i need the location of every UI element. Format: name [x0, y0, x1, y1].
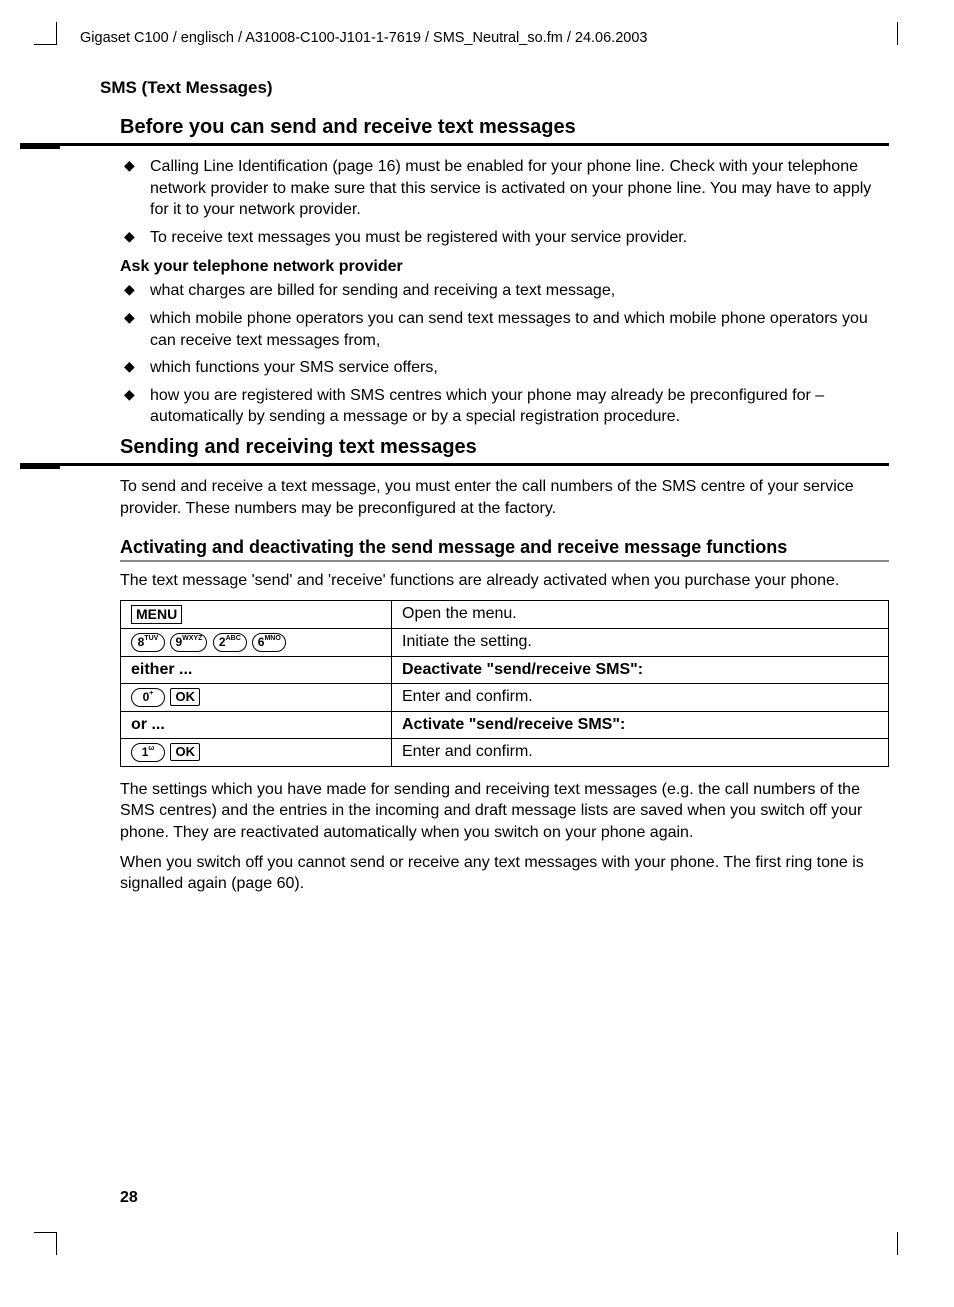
- key-9-icon: 9WXYZ: [170, 633, 207, 652]
- heading-rule: [60, 463, 889, 466]
- table-row: either ... Deactivate "send/receive SMS"…: [121, 656, 889, 683]
- step-desc: Deactivate "send/receive SMS":: [392, 656, 889, 683]
- table-row: 0+ OK Enter and confirm.: [121, 683, 889, 711]
- page-number: 28: [120, 1189, 138, 1207]
- key-6-icon: 6MNO: [252, 633, 286, 652]
- step-desc: Initiate the setting.: [392, 628, 889, 656]
- ok-key-icon: OK: [170, 743, 200, 761]
- paragraph: The text message 'send' and 'receive' fu…: [120, 570, 889, 592]
- paragraph: The settings which you have made for sen…: [120, 779, 889, 844]
- table-row: or ... Activate "send/receive SMS":: [121, 711, 889, 738]
- menu-key-icon: MENU: [131, 605, 182, 624]
- key-2-icon: 2ABC: [213, 633, 247, 652]
- procedure-table: MENU Open the menu. 8TUV 9WXYZ 2ABC 6MNO…: [120, 600, 889, 767]
- heading-send-receive: Sending and receiving text messages: [120, 436, 889, 459]
- list-item: what charges are billed for sending and …: [120, 280, 889, 302]
- key-8-icon: 8TUV: [131, 633, 165, 652]
- table-row: 8TUV 9WXYZ 2ABC 6MNO Initiate the settin…: [121, 628, 889, 656]
- heading-before-send: Before you can send and receive text mes…: [120, 116, 889, 139]
- doc-header: Gigaset C100 / englisch / A31008-C100-J1…: [80, 30, 889, 46]
- step-label: either ...: [121, 656, 392, 683]
- bullet-list-prereq: Calling Line Identification (page 16) mu…: [120, 156, 889, 248]
- subheading-ask-provider: Ask your telephone network provider: [120, 258, 889, 276]
- heading-rule: [120, 560, 889, 562]
- ok-key-icon: OK: [170, 688, 200, 706]
- step-desc: Open the menu.: [392, 600, 889, 628]
- heading-rule: [60, 143, 889, 146]
- paragraph: When you switch off you cannot send or r…: [120, 852, 889, 895]
- step-desc: Enter and confirm.: [392, 683, 889, 711]
- section-label: SMS (Text Messages): [100, 78, 889, 98]
- list-item: To receive text messages you must be reg…: [120, 227, 889, 249]
- list-item: how you are registered with SMS centres …: [120, 385, 889, 428]
- paragraph: To send and receive a text message, you …: [120, 476, 889, 519]
- table-row: MENU Open the menu.: [121, 600, 889, 628]
- table-row: 1ω OK Enter and confirm.: [121, 738, 889, 766]
- list-item: which mobile phone operators you can sen…: [120, 308, 889, 351]
- list-item: Calling Line Identification (page 16) mu…: [120, 156, 889, 221]
- key-1-icon: 1ω: [131, 743, 165, 762]
- bullet-list-ask: what charges are billed for sending and …: [120, 280, 889, 428]
- list-item: which functions your SMS service offers,: [120, 357, 889, 379]
- step-label: or ...: [121, 711, 392, 738]
- step-desc: Activate "send/receive SMS":: [392, 711, 889, 738]
- step-desc: Enter and confirm.: [392, 738, 889, 766]
- heading-activating: Activating and deactivating the send mes…: [120, 537, 889, 558]
- key-0-icon: 0+: [131, 688, 165, 707]
